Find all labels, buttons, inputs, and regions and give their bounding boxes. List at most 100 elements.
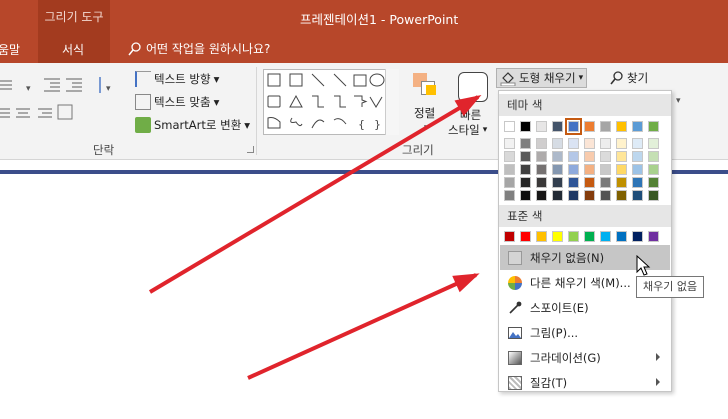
theme-shade-swatch[interactable] (504, 164, 515, 175)
theme-shade-swatch[interactable] (520, 138, 531, 149)
theme-shade-swatch[interactable] (616, 138, 627, 149)
gradient-fill-item[interactable]: 그라데이션(G) (500, 345, 670, 370)
theme-color-swatch[interactable] (632, 121, 643, 132)
standard-color-swatch[interactable] (648, 231, 659, 242)
theme-shade-swatch[interactable] (504, 177, 515, 188)
theme-shade-swatch[interactable] (632, 190, 643, 201)
picture-fill-item[interactable]: 그림(P)... (500, 320, 670, 345)
theme-shade-swatch[interactable] (600, 177, 611, 188)
texture-icon (508, 375, 522, 390)
text-direction-icon (135, 71, 151, 87)
theme-shade-swatch[interactable] (632, 177, 643, 188)
theme-shade-swatch[interactable] (600, 151, 611, 162)
eyedropper-item[interactable]: 스포이트(E) (500, 295, 670, 320)
svg-text:{: { (358, 118, 365, 131)
theme-shade-swatch[interactable] (648, 164, 659, 175)
theme-color-swatch[interactable] (520, 121, 531, 132)
shapes-icon: {} (267, 73, 385, 131)
theme-color-swatch[interactable] (552, 121, 563, 132)
theme-shade-swatch[interactable] (568, 190, 579, 201)
theme-shade-swatch[interactable] (568, 177, 579, 188)
theme-shade-swatch[interactable] (616, 151, 627, 162)
smartart-convert-button[interactable]: SmartArt로 변환 ▾ (135, 117, 250, 133)
no-fill-tooltip: 채우기 없음 (636, 276, 705, 298)
theme-shade-swatch[interactable] (584, 151, 595, 162)
theme-shade-swatch[interactable] (632, 164, 643, 175)
dialog-launcher-icon[interactable] (247, 146, 254, 153)
theme-shade-swatch[interactable] (536, 151, 547, 162)
text-direction-button[interactable]: 텍스트 방향 ▾ (135, 71, 219, 87)
theme-shade-swatch[interactable] (504, 138, 515, 149)
theme-shade-swatch[interactable] (584, 164, 595, 175)
theme-shade-swatch[interactable] (584, 177, 595, 188)
theme-shade-swatch[interactable] (536, 177, 547, 188)
theme-color-swatch[interactable] (504, 121, 515, 132)
theme-shade-swatch[interactable] (552, 151, 563, 162)
standard-color-swatch[interactable] (632, 231, 643, 242)
theme-shade-swatch[interactable] (536, 164, 547, 175)
theme-color-swatch[interactable] (600, 121, 611, 132)
theme-shade-swatch[interactable] (584, 138, 595, 149)
tell-me-box[interactable]: 어떤 작업을 원하시나요? (128, 40, 270, 57)
theme-shade-swatch[interactable] (536, 190, 547, 201)
theme-shade-swatch[interactable] (600, 164, 611, 175)
paragraph-format-icons[interactable]: ▾ ▾ (0, 73, 120, 133)
standard-color-swatch[interactable] (584, 231, 595, 242)
theme-shade-swatch[interactable] (648, 138, 659, 149)
theme-shade-swatch[interactable] (616, 164, 627, 175)
theme-shade-swatch[interactable] (584, 190, 595, 201)
align-text-icon (135, 94, 151, 110)
drawing-group-label: 그리기 (402, 143, 434, 157)
find-button[interactable]: 찾기 (610, 70, 648, 86)
theme-shade-swatch[interactable] (504, 190, 515, 201)
theme-color-swatch[interactable] (536, 121, 547, 132)
theme-shade-swatch[interactable] (600, 190, 611, 201)
window-title: 프레젠테이션1 - PowerPoint (300, 12, 459, 27)
theme-shade-swatch[interactable] (552, 138, 563, 149)
theme-shade-swatch[interactable] (600, 138, 611, 149)
theme-shade-swatch[interactable] (568, 164, 579, 175)
arrange-button[interactable]: 정렬 (414, 105, 435, 121)
standard-color-swatch[interactable] (504, 231, 515, 242)
theme-shade-swatch[interactable] (504, 151, 515, 162)
quick-styles-button[interactable]: 스타일 ▾ (448, 122, 487, 138)
theme-shade-swatch[interactable] (616, 177, 627, 188)
theme-shade-swatch[interactable] (520, 177, 531, 188)
theme-shade-swatch[interactable] (616, 190, 627, 201)
theme-shade-swatch[interactable] (568, 138, 579, 149)
theme-shade-swatch[interactable] (632, 138, 643, 149)
standard-color-swatch[interactable] (536, 231, 547, 242)
shape-fill-button[interactable]: 도형 채우기 ▾ (496, 68, 588, 88)
theme-shade-swatch[interactable] (520, 164, 531, 175)
quick-styles-icon (458, 72, 488, 102)
theme-shade-swatch[interactable] (648, 151, 659, 162)
theme-shade-swatch[interactable] (552, 190, 563, 201)
theme-color-swatch[interactable] (616, 121, 627, 132)
theme-shade-swatch[interactable] (632, 151, 643, 162)
gallery-scroll[interactable] (385, 69, 399, 135)
theme-shade-swatch[interactable] (552, 164, 563, 175)
theme-shade-swatch[interactable] (648, 190, 659, 201)
standard-color-swatch[interactable] (568, 231, 579, 242)
standard-color-swatch[interactable] (616, 231, 627, 242)
arrange-icon (410, 71, 440, 101)
shape-gallery[interactable]: {} (263, 69, 399, 135)
texture-fill-item[interactable]: 질감(T) (500, 370, 670, 395)
standard-color-swatch[interactable] (552, 231, 563, 242)
theme-shade-swatch[interactable] (552, 177, 563, 188)
tab-help[interactable]: 움말 (0, 41, 20, 58)
theme-shade-swatch[interactable] (568, 151, 579, 162)
theme-shade-swatch[interactable] (648, 177, 659, 188)
standard-color-swatch[interactable] (520, 231, 531, 242)
group-separator (256, 67, 257, 155)
theme-shade-swatch[interactable] (520, 190, 531, 201)
standard-color-swatch[interactable] (600, 231, 611, 242)
align-text-button[interactable]: 텍스트 맞춤 ▾ (135, 94, 219, 110)
theme-color-swatch[interactable] (565, 118, 582, 135)
ribbon-dropdown-arrow: ▾ (676, 96, 681, 106)
theme-color-swatch[interactable] (584, 121, 595, 132)
theme-shade-swatch[interactable] (520, 151, 531, 162)
tab-format[interactable]: 서식 (62, 41, 84, 58)
theme-shade-swatch[interactable] (536, 138, 547, 149)
theme-color-swatch[interactable] (648, 121, 659, 132)
